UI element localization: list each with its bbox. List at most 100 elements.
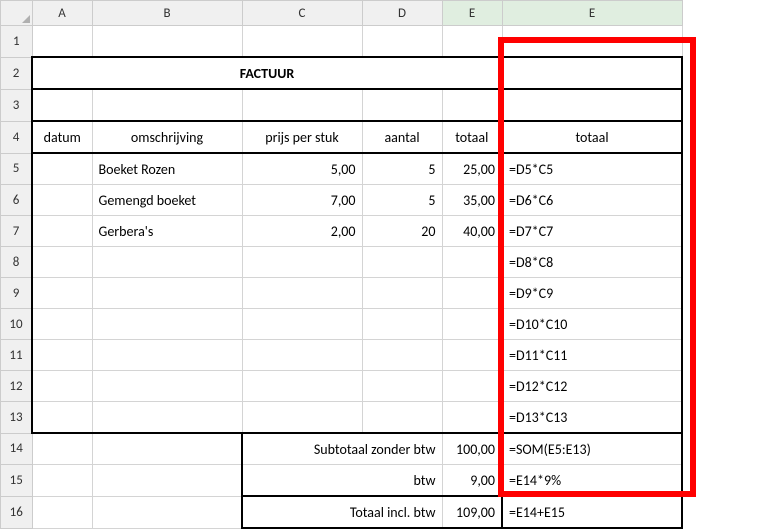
row-header-3[interactable]: 3 (1, 89, 33, 121)
cell-B7[interactable]: Gerbera's (92, 216, 242, 247)
cell-B13[interactable] (92, 402, 242, 434)
subtotal-label[interactable]: Subtotaal zonder btw (242, 433, 442, 465)
header-aantal[interactable]: aantal (362, 121, 442, 153)
cell-A8[interactable] (32, 247, 92, 278)
cell-A10[interactable] (32, 309, 92, 340)
cell-C1[interactable] (242, 26, 362, 58)
cell-A1[interactable] (32, 26, 92, 58)
cell-C9[interactable] (242, 278, 362, 309)
cell-B16[interactable] (92, 496, 242, 528)
row-header-10[interactable]: 10 (1, 309, 33, 340)
cell-A6[interactable] (32, 185, 92, 216)
cell-A11[interactable] (32, 340, 92, 371)
cell-B5[interactable]: Boeket Rozen (92, 153, 242, 185)
cell-E10[interactable] (442, 309, 502, 340)
cell-A7[interactable] (32, 216, 92, 247)
cell-F6[interactable]: =D6*C6 (502, 185, 682, 216)
row-header-13[interactable]: 13 (1, 402, 33, 434)
cell-B11[interactable] (92, 340, 242, 371)
row-header-12[interactable]: 12 (1, 371, 33, 402)
cell-E8[interactable] (442, 247, 502, 278)
cell-C7[interactable]: 2,00 (242, 216, 362, 247)
header-totaal[interactable]: totaal (442, 121, 502, 153)
cell-A9[interactable] (32, 278, 92, 309)
invoice-title[interactable]: FACTUUR (32, 57, 502, 89)
row-header-1[interactable]: 1 (1, 26, 33, 58)
col-header-B[interactable]: B (92, 1, 242, 26)
subtotal-value[interactable]: 100,00 (442, 433, 502, 465)
row-header-7[interactable]: 7 (1, 216, 33, 247)
col-header-E-dup[interactable]: E (502, 1, 682, 26)
row-header-16[interactable]: 16 (1, 496, 33, 528)
cell-D10[interactable] (362, 309, 442, 340)
row-header-4[interactable]: 4 (1, 121, 33, 153)
btw-formula[interactable]: =E14*9% (502, 465, 682, 497)
cell-A5[interactable] (32, 153, 92, 185)
cell-D13[interactable] (362, 402, 442, 434)
cell-E2-1[interactable] (502, 26, 682, 58)
row-header-5[interactable]: 5 (1, 153, 33, 185)
cell-C3[interactable] (242, 89, 362, 121)
btw-value[interactable]: 9,00 (442, 465, 502, 497)
cell-D1[interactable] (362, 26, 442, 58)
cell-B1[interactable] (92, 26, 242, 58)
cell-D11[interactable] (362, 340, 442, 371)
cell-C10[interactable] (242, 309, 362, 340)
cell-C8[interactable] (242, 247, 362, 278)
cell-F13[interactable]: =D13*C13 (502, 402, 682, 434)
col-header-C[interactable]: C (242, 1, 362, 26)
cell-A14[interactable] (32, 433, 92, 465)
select-all-corner[interactable] (1, 1, 33, 26)
cell-B8[interactable] (92, 247, 242, 278)
cell-B10[interactable] (92, 309, 242, 340)
cell-C11[interactable] (242, 340, 362, 371)
cell-B14[interactable] (92, 433, 242, 465)
cell-C6[interactable]: 7,00 (242, 185, 362, 216)
cell-E9[interactable] (442, 278, 502, 309)
row-header-2[interactable]: 2 (1, 57, 33, 89)
cell-D5[interactable]: 5 (362, 153, 442, 185)
cell-F7[interactable]: =D7*C7 (502, 216, 682, 247)
cell-B9[interactable] (92, 278, 242, 309)
col-header-A[interactable]: A (32, 1, 92, 26)
total-label[interactable]: Totaal incl. btw (242, 496, 442, 528)
cell-E12[interactable] (442, 371, 502, 402)
cell-A16[interactable] (32, 496, 92, 528)
cell-E7[interactable]: 40,00 (442, 216, 502, 247)
col-header-E[interactable]: E (442, 1, 502, 26)
row-header-15[interactable]: 15 (1, 465, 33, 497)
row-header-14[interactable]: 14 (1, 433, 33, 465)
grid[interactable]: A B C D E E 1 2 FACTUUR 3 4 datum omschr… (0, 0, 683, 529)
cell-B15[interactable] (92, 465, 242, 497)
row-header-8[interactable]: 8 (1, 247, 33, 278)
cell-A15[interactable] (32, 465, 92, 497)
col-header-D[interactable]: D (362, 1, 442, 26)
btw-label[interactable]: btw (242, 465, 442, 497)
cell-C13[interactable] (242, 402, 362, 434)
row-header-9[interactable]: 9 (1, 278, 33, 309)
total-value[interactable]: 109,00 (442, 496, 502, 528)
cell-E6[interactable]: 35,00 (442, 185, 502, 216)
header-totaal-formula[interactable]: totaal (502, 121, 682, 153)
cell-A13[interactable] (32, 402, 92, 434)
cell-E2-2[interactable] (502, 57, 682, 89)
cell-D12[interactable] (362, 371, 442, 402)
cell-B12[interactable] (92, 371, 242, 402)
cell-D6[interactable]: 5 (362, 185, 442, 216)
cell-F8[interactable]: =D8*C8 (502, 247, 682, 278)
cell-E11[interactable] (442, 340, 502, 371)
cell-D8[interactable] (362, 247, 442, 278)
cell-D3[interactable] (362, 89, 442, 121)
header-datum[interactable]: datum (32, 121, 92, 153)
cell-D9[interactable] (362, 278, 442, 309)
cell-F9[interactable]: =D9*C9 (502, 278, 682, 309)
subtotal-formula[interactable]: =SOM(E5:E13) (502, 433, 682, 465)
header-prijs[interactable]: prijs per stuk (242, 121, 362, 153)
cell-C5[interactable]: 5,00 (242, 153, 362, 185)
cell-E1-1[interactable] (442, 26, 502, 58)
cell-F10[interactable]: =D10*C10 (502, 309, 682, 340)
cell-B3[interactable] (92, 89, 242, 121)
cell-B6[interactable]: Gemengd boeket (92, 185, 242, 216)
total-formula[interactable]: =E14+E15 (502, 496, 682, 528)
row-header-11[interactable]: 11 (1, 340, 33, 371)
